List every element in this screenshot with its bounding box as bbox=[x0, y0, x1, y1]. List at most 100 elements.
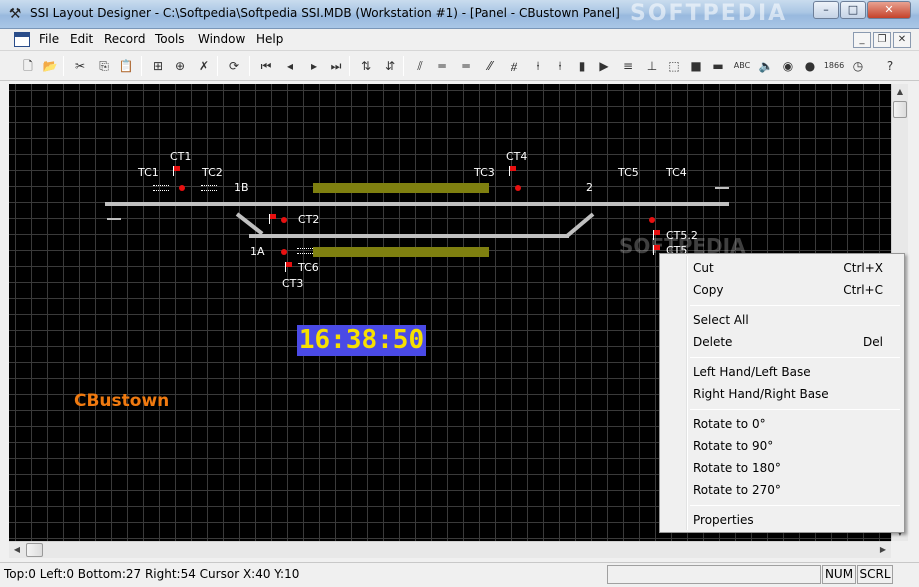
diagonal-track-icon[interactable]: ⁄⁄ bbox=[479, 55, 501, 77]
vertical-scroll-thumb[interactable] bbox=[893, 101, 907, 118]
double-track-icon[interactable]: ═ bbox=[431, 55, 453, 77]
signal-icon[interactable]: ⍿ bbox=[549, 55, 571, 77]
delete-record-icon[interactable]: ✗ bbox=[193, 55, 215, 77]
cut-icon[interactable]: ✂ bbox=[69, 55, 91, 77]
track-icon[interactable]: ═ bbox=[455, 55, 477, 77]
toolbar: 🗋 📂 ✂ ⎘ 📋 ⊞ ⊕ ✗ ⟳ ⏮ ◂ ▸ ⏭ ⇅ ⇵ ⫽ ═ ═ ⁄⁄ ⧣ ⍿ ⍿ ▮ ▶ ≡ ⊥ ⬚ ■ ▬ ABC 🔈 ◉ ● 1866… bbox=[0, 51, 919, 81]
clock-display[interactable]: 16:38:50 bbox=[297, 325, 426, 356]
text-icon[interactable]: ABC bbox=[731, 55, 753, 77]
copy-icon[interactable]: ⎘ bbox=[93, 55, 115, 77]
loop-track[interactable] bbox=[249, 234, 569, 238]
scroll-up-icon[interactable]: ▲ bbox=[892, 84, 908, 100]
speaker-icon[interactable]: 🔈 bbox=[755, 55, 777, 77]
ctx-rotate-270[interactable]: Rotate to 270° bbox=[663, 479, 901, 501]
maximize-button[interactable]: □ bbox=[840, 1, 866, 19]
grey-block-icon[interactable]: ■ bbox=[685, 55, 707, 77]
horizontal-scrollbar[interactable]: ◀ ▶ bbox=[9, 541, 891, 558]
paste-icon[interactable]: 📋 bbox=[115, 55, 137, 77]
open-icon[interactable]: 📂 bbox=[39, 55, 61, 77]
ctx-properties[interactable]: Properties bbox=[663, 509, 901, 531]
platform-upper[interactable] bbox=[313, 183, 489, 193]
new-icon[interactable]: 🗋 bbox=[17, 55, 39, 77]
ctx-cut[interactable]: Cut Ctrl+X bbox=[663, 257, 901, 279]
ctx-separator bbox=[690, 357, 900, 358]
ctx-separator bbox=[690, 409, 900, 410]
buffer-stop-right[interactable] bbox=[715, 187, 729, 189]
toolbar-separator bbox=[403, 56, 404, 76]
signal-ct3-flag[interactable] bbox=[285, 262, 293, 272]
crossover-icon[interactable]: ⧣ bbox=[503, 55, 525, 77]
ctx-left-hand[interactable]: Left Hand/Left Base bbox=[663, 361, 901, 383]
signal-ct4[interactable] bbox=[515, 185, 521, 191]
minimize-button[interactable]: – bbox=[813, 1, 839, 19]
points-2-track[interactable] bbox=[565, 212, 595, 238]
signal-ct2[interactable] bbox=[281, 217, 287, 223]
track-circuit-icon[interactable]: ≡ bbox=[617, 55, 639, 77]
prev-record-icon[interactable]: ◂ bbox=[279, 55, 301, 77]
signal-ct3[interactable] bbox=[281, 249, 287, 255]
title-bar: ⚒ SSI Layout Designer - C:\Softpedia\Sof… bbox=[0, 0, 919, 29]
mdi-minimize-button[interactable]: _ bbox=[853, 32, 871, 48]
platform-lower[interactable] bbox=[313, 247, 489, 257]
ctx-rotate-90[interactable]: Rotate to 90° bbox=[663, 435, 901, 457]
menu-tools[interactable]: Tools bbox=[155, 32, 185, 46]
next-record-icon[interactable]: ▸ bbox=[303, 55, 325, 77]
clock-icon[interactable]: ◷ bbox=[847, 55, 869, 77]
menu-record[interactable]: Record bbox=[104, 32, 145, 46]
last-record-icon[interactable]: ⏭ bbox=[325, 55, 347, 77]
insert-record-icon[interactable]: ⊕ bbox=[169, 55, 191, 77]
refresh-icon[interactable]: ⟳ bbox=[223, 55, 245, 77]
indicator-icon[interactable]: ◉ bbox=[777, 55, 799, 77]
platform-icon[interactable]: ▬ bbox=[707, 55, 729, 77]
scroll-right-icon[interactable]: ▶ bbox=[875, 542, 891, 558]
first-record-icon[interactable]: ⏮ bbox=[255, 55, 277, 77]
signal-ct4-flag[interactable] bbox=[509, 166, 517, 176]
points-1b-track[interactable] bbox=[235, 212, 264, 236]
track-circuit-tc6[interactable] bbox=[297, 248, 313, 254]
horizontal-scroll-thumb[interactable] bbox=[26, 543, 43, 557]
signal-red-icon[interactable]: ⍿ bbox=[527, 55, 549, 77]
menu-edit[interactable]: Edit bbox=[70, 32, 93, 46]
signal-ct5-2-flag[interactable] bbox=[653, 230, 661, 240]
main-track[interactable] bbox=[105, 202, 729, 206]
points-track-icon[interactable]: ⫽ bbox=[409, 55, 431, 77]
sort-ascending-icon[interactable]: ⇅ bbox=[355, 55, 377, 77]
ctx-delete[interactable]: Delete Del bbox=[663, 331, 901, 353]
panel-name-label[interactable]: CBustown bbox=[74, 391, 169, 411]
track-circuit-tc1[interactable] bbox=[153, 185, 169, 191]
counter-icon[interactable]: 1866 bbox=[823, 55, 845, 77]
label-2: 2 bbox=[586, 181, 593, 194]
lamp-icon[interactable]: ● bbox=[799, 55, 821, 77]
sort-descending-icon[interactable]: ⇵ bbox=[379, 55, 401, 77]
mdi-close-button[interactable]: ✕ bbox=[893, 32, 911, 48]
ctx-rotate-180[interactable]: Rotate to 180° bbox=[663, 457, 901, 479]
shunt-signal-icon[interactable]: ▮ bbox=[571, 55, 593, 77]
track-circuit-tc2[interactable] bbox=[201, 185, 217, 191]
ctx-right-hand[interactable]: Right Hand/Right Base bbox=[663, 383, 901, 405]
signal-ct2-flag[interactable] bbox=[269, 214, 277, 224]
menu-file[interactable]: File bbox=[39, 32, 59, 46]
ctx-select-all[interactable]: Select All bbox=[663, 309, 901, 331]
toolbar-separator bbox=[141, 56, 142, 76]
document-menu-icon[interactable] bbox=[14, 32, 30, 47]
help-icon[interactable]: ? bbox=[879, 55, 901, 77]
buffer-stop-left[interactable] bbox=[107, 218, 121, 220]
scroll-left-icon[interactable]: ◀ bbox=[9, 542, 25, 558]
signal-ct5[interactable] bbox=[649, 217, 655, 223]
arrow-icon[interactable]: ▶ bbox=[593, 55, 615, 77]
ctx-copy[interactable]: Copy Ctrl+C bbox=[663, 279, 901, 301]
app-icon[interactable]: ⚒ bbox=[7, 6, 23, 22]
menu-window[interactable]: Window bbox=[198, 32, 245, 46]
mdi-restore-button[interactable]: ❐ bbox=[873, 32, 891, 48]
close-button[interactable]: ✕ bbox=[867, 1, 911, 19]
label-tc3: TC3 bbox=[474, 166, 495, 179]
signal-ct1-flag[interactable] bbox=[173, 166, 181, 176]
signal-ct1[interactable] bbox=[179, 185, 185, 191]
selection-icon[interactable]: ⬚ bbox=[663, 55, 685, 77]
menu-help[interactable]: Help bbox=[256, 32, 283, 46]
ctx-rotate-0[interactable]: Rotate to 0° bbox=[663, 413, 901, 435]
add-record-icon[interactable]: ⊞ bbox=[147, 55, 169, 77]
window-title: SSI Layout Designer - C:\Softpedia\Softp… bbox=[30, 6, 620, 20]
buffer-icon[interactable]: ⊥ bbox=[641, 55, 663, 77]
title-watermark: SOFTPEDIA bbox=[630, 1, 788, 26]
